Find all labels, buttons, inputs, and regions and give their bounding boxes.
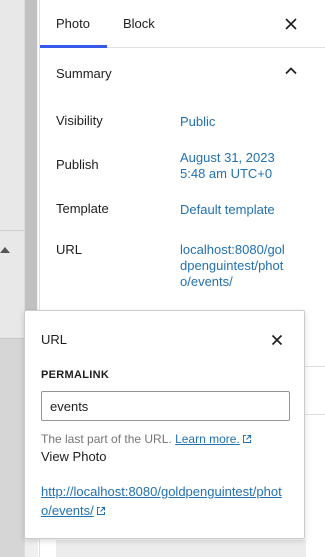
publish-label: Publish [56,157,99,172]
permalink-url-text: http://localhost:8080/goldpenguintest/ph… [41,484,282,518]
permalink-slug-input[interactable] [41,391,290,421]
permalink-label: PERMALINK [41,369,110,381]
tab-block[interactable]: Block [123,0,155,48]
caret-up-icon [0,247,10,253]
active-tab-indicator [40,45,107,48]
editor-divider [0,230,24,231]
publish-time: 5:48 am UTC+0 [180,166,273,181]
chevron-up-icon[interactable] [284,64,298,78]
popover-title: URL [41,332,68,347]
summary-title: Summary [56,66,112,81]
url-label: URL [56,242,83,257]
learn-more-label: Learn more. [175,432,240,446]
learn-more-link[interactable]: Learn more. [175,432,252,446]
permalink-help: The last part of the URL. Learn more. [41,432,252,446]
url-popover: URL PERMALINK The last part of the URL. … [24,310,305,539]
template-value-link[interactable]: Default template [180,202,275,218]
external-link-icon [96,507,105,515]
summary-panel-header[interactable]: Summary [40,49,325,97]
external-link-icon [242,435,251,443]
publish-date: August 31, 2023 [180,150,275,165]
close-icon[interactable] [281,14,301,34]
visibility-label: Visibility [56,113,103,128]
panel-placeholder [56,540,306,557]
permalink-url-link[interactable]: http://localhost:8080/goldpenguintest/ph… [41,482,291,520]
editor-scrollbar-thumb[interactable] [25,0,37,330]
sidebar-tabs: Photo Block [40,0,325,48]
publish-date-link[interactable]: August 31, 2023 5:48 am UTC+0 [180,150,275,182]
view-photo-label: View Photo [41,449,107,464]
close-icon[interactable] [268,331,286,349]
editor-block-placeholder [0,338,24,557]
visibility-value-link[interactable]: Public [180,114,215,130]
help-text: The last part of the URL. [41,432,172,446]
template-label: Template [56,201,109,216]
tab-photo[interactable]: Photo [56,0,90,48]
url-value-link[interactable]: localhost:8080/goldpenguintest/photo/eve… [180,242,290,290]
